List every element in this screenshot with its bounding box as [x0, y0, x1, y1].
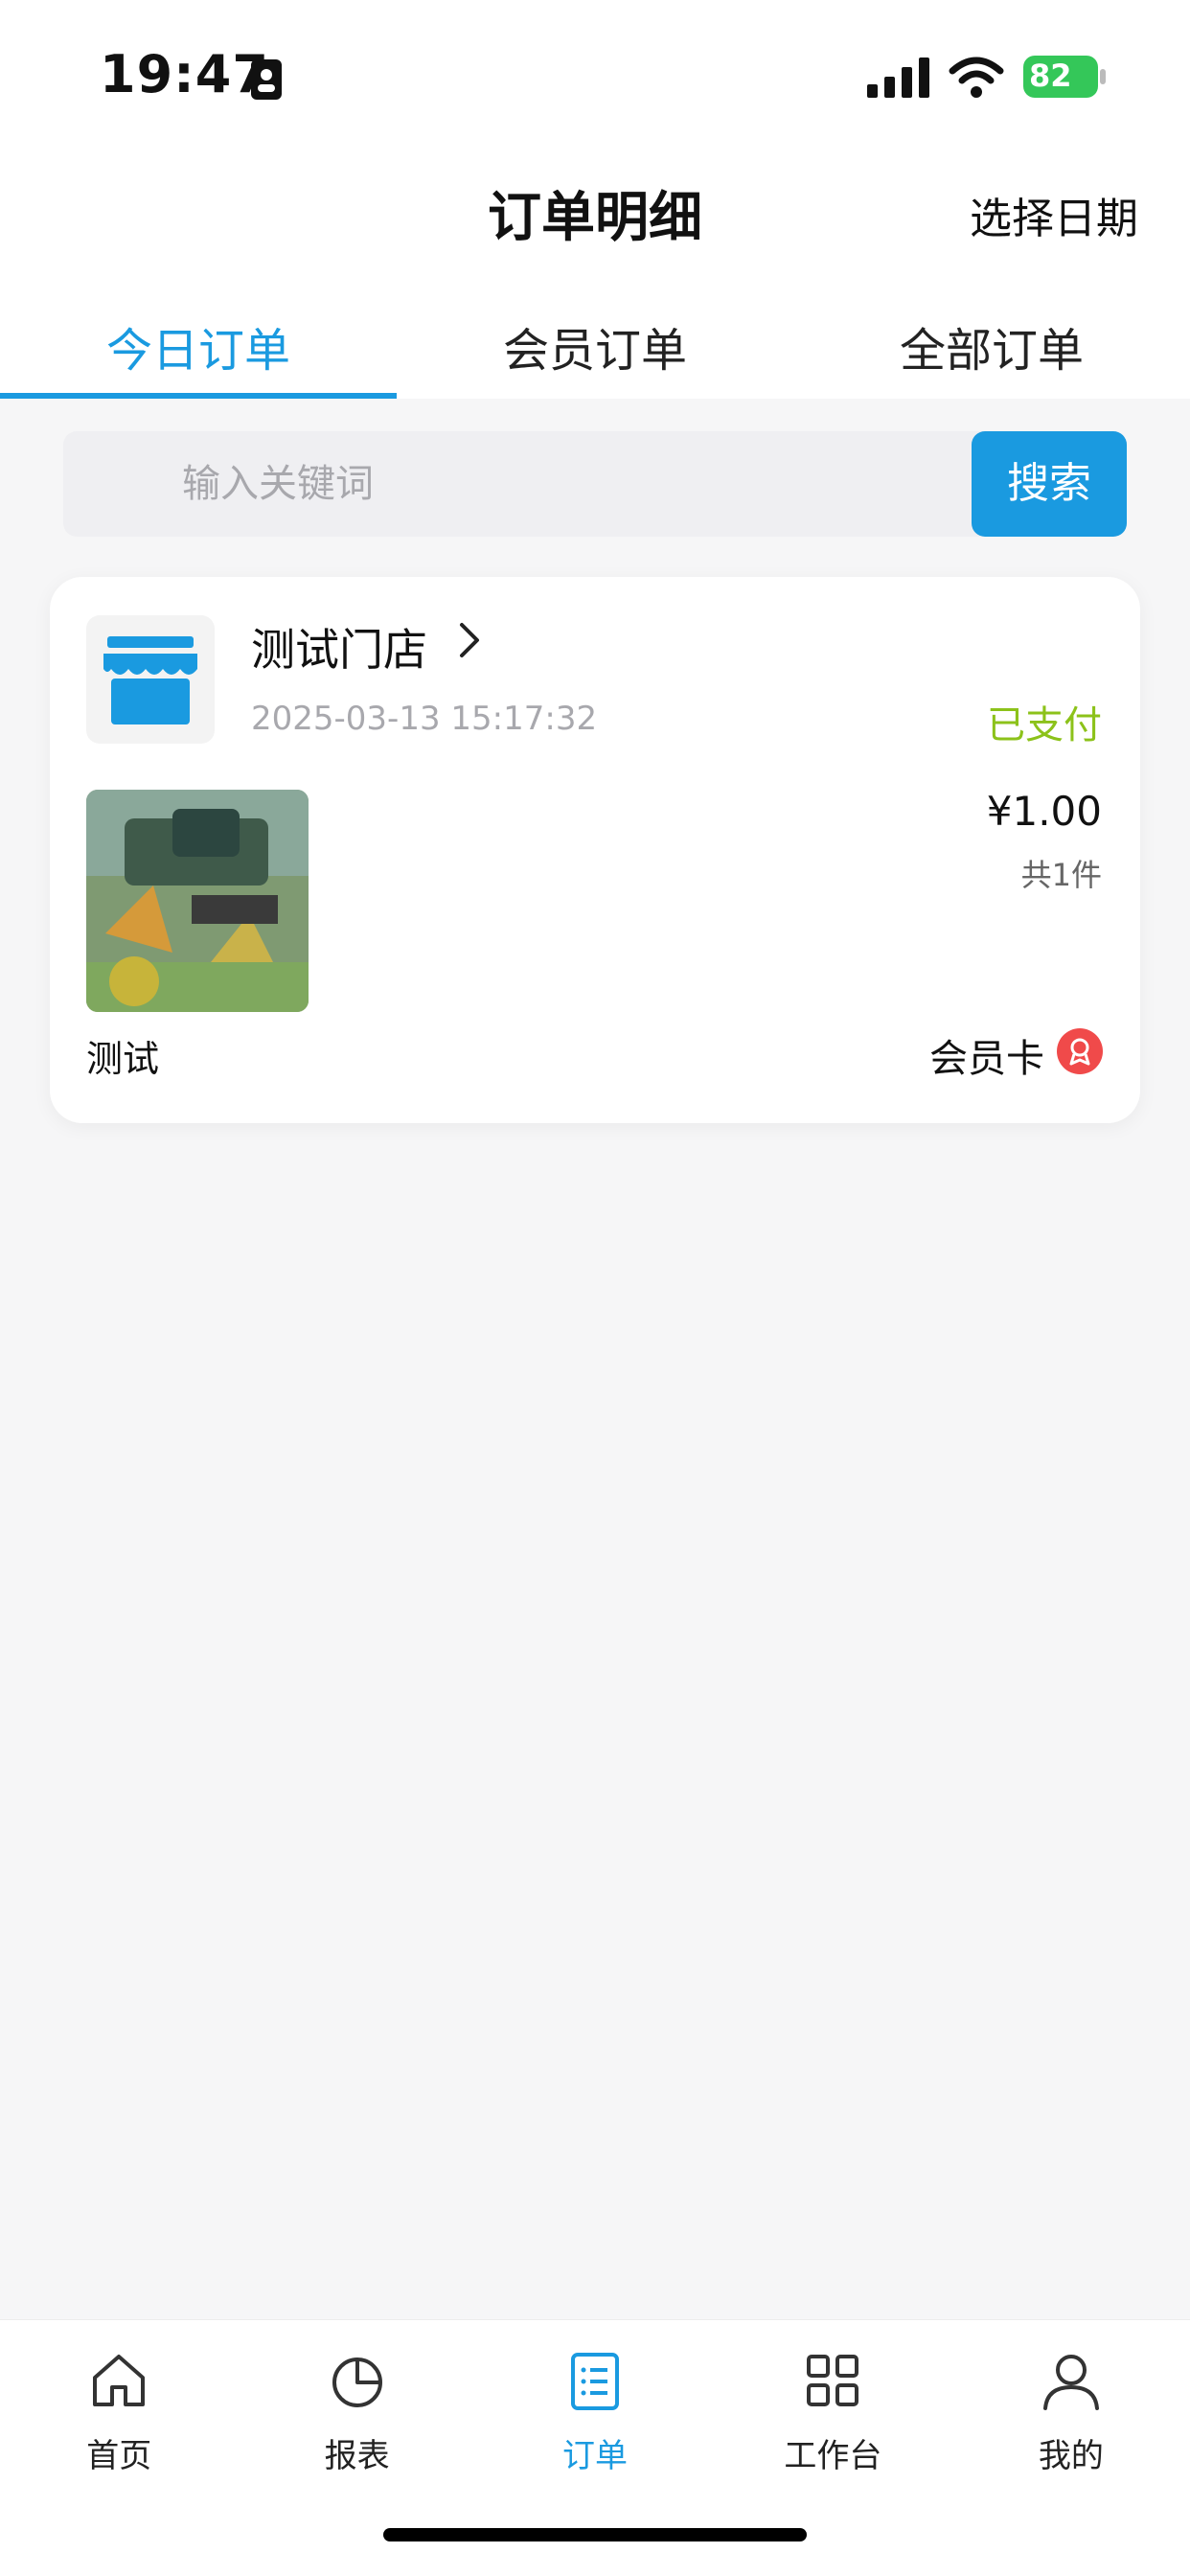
order-card[interactable]: 测试门店 2025-03-13 15:17:32 已支付 ¥1.00 共1件 测… [50, 577, 1140, 1123]
tabbar-label: 订单 [562, 2437, 629, 2475]
chevron-right-icon[interactable] [452, 619, 487, 661]
search-input[interactable] [63, 431, 973, 537]
select-date-button[interactable]: 选择日期 [970, 184, 1138, 245]
product-name: 测试 [86, 1038, 160, 1080]
store-icon [86, 615, 215, 744]
user-icon [1042, 2355, 1099, 2410]
tabbar-label: 报表 [324, 2437, 390, 2475]
list-icon [571, 2353, 620, 2410]
tabbar-label: 我的 [1038, 2437, 1104, 2475]
tab-member-orders[interactable]: 会员订单 [397, 278, 793, 399]
signal-icon [867, 58, 929, 98]
product-image [86, 790, 309, 1012]
battery-level: 82 [1029, 58, 1072, 94]
order-tabs: 今日订单 会员订单 全部订单 [0, 278, 1190, 399]
item-count: 共1件 [1020, 857, 1102, 893]
tab-today-orders[interactable]: 今日订单 [0, 278, 397, 399]
tabbar-item-home[interactable]: 首页 [0, 2320, 238, 2576]
id-card-icon [251, 59, 282, 100]
grid-icon [807, 2355, 859, 2406]
search-bar: 搜索 [63, 431, 1127, 537]
home-indicator[interactable] [383, 2528, 807, 2542]
pie-chart-icon [332, 2358, 382, 2407]
battery-icon: 82 [1023, 56, 1106, 100]
store-name[interactable]: 测试门店 [251, 615, 427, 678]
member-card-icon [1057, 1028, 1103, 1074]
payment-method: 会员卡 [929, 1037, 1044, 1081]
order-status-badge: 已支付 [987, 703, 1102, 748]
home-icon [93, 2355, 146, 2406]
status-time: 19:47 [100, 44, 269, 104]
tab-all-orders[interactable]: 全部订单 [793, 278, 1190, 399]
search-button[interactable]: 搜索 [972, 431, 1127, 537]
tabbar-label: 工作台 [784, 2437, 882, 2475]
nav-bar: 订单明细 选择日期 [0, 144, 1190, 278]
tabbar-label: 首页 [86, 2437, 152, 2475]
wifi-icon [949, 57, 1004, 98]
order-time: 2025-03-13 15:17:32 [251, 700, 598, 738]
status-bar: 19:47 82 [0, 0, 1190, 144]
tabbar-item-mine[interactable]: 我的 [952, 2320, 1190, 2576]
order-price: ¥1.00 [986, 788, 1102, 835]
